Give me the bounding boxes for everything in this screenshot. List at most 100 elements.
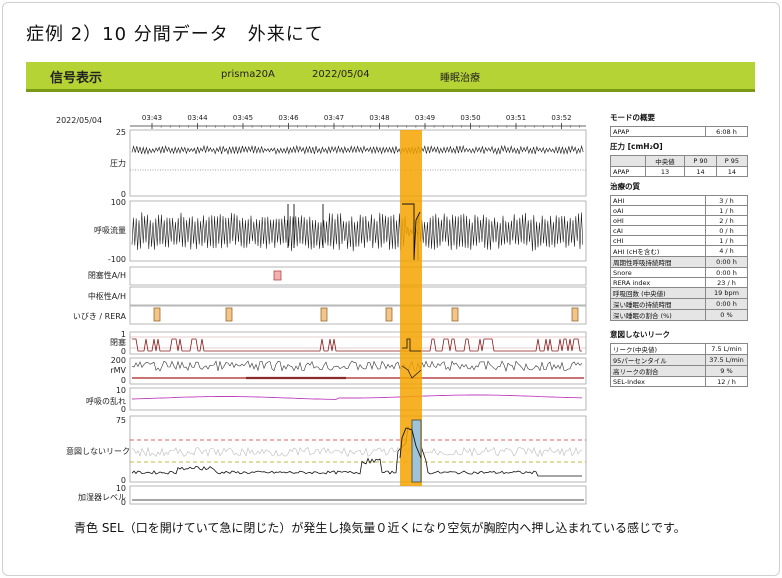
time-tick-label: 03:43 [142, 114, 162, 122]
quality-name: 深い睡眠の割合 (%) [610, 309, 706, 321]
table-row: 深い睡眠の持続時間 0:00 h [610, 298, 748, 310]
leak-value: 7.5 L/min [705, 343, 748, 355]
central-panel [129, 286, 587, 306]
quality-value: 0:00 h [705, 256, 748, 268]
table-row: 95パーセンタイル 37.5 L/min [610, 354, 748, 366]
quality-name: 深い睡眠の持続時間 [610, 298, 706, 310]
rmv-panel [129, 357, 587, 385]
rera-event-marker [451, 307, 459, 322]
leak-value: 9 % [705, 365, 748, 377]
slide-title: 症例 2）10 分間データ 外来にて [26, 24, 324, 45]
blank-header-cell [610, 155, 646, 167]
signal-display-title: 信号表示 [50, 71, 103, 86]
flow-ymin: -100 [107, 255, 126, 264]
time-tick-label: 03:47 [324, 114, 344, 122]
rmv-ymax: 200 [110, 356, 126, 365]
mode-name: APAP [610, 126, 706, 137]
table-row: 深い睡眠の割合 (%) 0 % [610, 309, 748, 321]
table-row: APAP 13 14 14 [610, 166, 749, 177]
pressure-summary-table: 中央値 P 90 P 95 APAP 13 14 14 [610, 155, 749, 177]
time-tick-label: 03:49 [415, 114, 435, 122]
table-header-row: 中央値 P 90 P 95 [610, 155, 749, 167]
leak-ymax: 75 [115, 416, 126, 425]
quality-value: 0:00 h [705, 298, 748, 310]
rmv-label: rMV [110, 366, 126, 375]
snore-label: いびき / RERA [72, 312, 126, 321]
pressure-panel [129, 129, 587, 197]
quality-name: AHI [610, 195, 706, 206]
pressure-mode-name: APAP [610, 166, 646, 177]
table-row: cHI 1 / h [610, 235, 748, 246]
p90-header: P 90 [684, 155, 717, 167]
quality-value: 0 / h [705, 225, 748, 236]
pressure-ymax: 25 [115, 128, 126, 137]
snore-panel [129, 305, 587, 325]
quality-value: 23 / h [705, 277, 748, 288]
rera-event-marker [320, 307, 328, 322]
time-tick-label: 03:45 [233, 114, 253, 122]
quality-value: 0 % [705, 309, 748, 321]
p95-header: P 95 [715, 155, 749, 167]
quality-value: 1 / h [705, 235, 748, 246]
quality-value: 3 / h [705, 195, 748, 206]
leak-value: 12 / h [705, 376, 748, 387]
table-row: oAI 1 / h [610, 205, 748, 216]
rera-event-marker [571, 307, 579, 322]
table-row: oHI 2 / h [610, 215, 748, 226]
quality-name: 呼吸回数 (中央値) [610, 287, 706, 299]
quality-value: 1 / h [705, 205, 748, 216]
table-row: 周期性呼吸持続時間 0:00 h [610, 256, 748, 268]
table-row: リーク(中央値) 7.5 L/min [610, 343, 748, 355]
pressure-label: 圧力 [110, 159, 126, 168]
irregular-panel [129, 387, 587, 411]
median-header: 中央値 [644, 155, 686, 167]
time-tick-label: 03:46 [278, 114, 299, 122]
rera-event-marker [385, 307, 393, 322]
flow-label: 呼吸流量 [94, 226, 126, 235]
quality-value: 19 bpm [705, 287, 748, 299]
leak-summary-title: 意図しないリーク [610, 330, 670, 339]
time-axis: 03:43 03:44 03:45 03:46 03:47 03:48 03:49 03:50… [130, 114, 586, 129]
signal-chart-area: 2022/05/04 03:43 03:44 03:45 03:46 03:47 03:4… [36, 108, 596, 508]
table-row: SEL-Index 12 / h [610, 376, 748, 387]
pressure-summary-title: 圧力 [cmH₂O] [610, 142, 663, 151]
humidifier-panel [129, 485, 587, 505]
obstructive-event-marker [273, 270, 282, 281]
footer-note: 青色 SEL（口を開けていて急に閉じた）が発生し換気量０近くになり空気が胸腔内へ… [74, 521, 686, 535]
time-tick-label: 03:44 [187, 114, 208, 122]
quality-name: AHI (cHを含む) [610, 245, 706, 257]
leak-summary-table: リーク(中央値) 7.5 L/min 95パーセンタイル 37.5 L/min 高リーク… [610, 343, 748, 387]
table-row: Snore 0:00 h [610, 267, 748, 278]
quality-name: cHI [610, 235, 706, 246]
quality-value: 2 / h [705, 215, 748, 226]
rmv-ymin: 0 [120, 376, 126, 385]
mode-summary-title: モードの概要 [610, 113, 655, 122]
record-date: 2022/05/04 [312, 69, 370, 80]
table-row: AHI 3 / h [610, 195, 748, 206]
time-tick-label: 03:50 [460, 114, 480, 122]
device-name: prisma20A [221, 69, 275, 80]
rera-event-marker [153, 307, 161, 322]
leak-name: 95パーセンタイル [610, 354, 706, 366]
table-row: AHI (cHを含む) 4 / h [610, 245, 748, 257]
table-row: RERA index 23 / h [610, 277, 748, 288]
humidifier-ymin: 0 [120, 498, 126, 507]
obstruction-ymin: 0 [120, 347, 126, 356]
table-row: 呼吸回数 (中央値) 19 bpm [610, 287, 748, 299]
sel-event-marker [411, 419, 422, 483]
quality-name: Snore [610, 267, 706, 278]
central-label: 中枢性A/H [87, 292, 126, 301]
time-tick-label: 03:51 [506, 114, 526, 122]
quality-name: oAI [610, 205, 706, 216]
table-row: APAP 6:08 h [610, 126, 748, 137]
mode-value: 6:08 h [705, 126, 748, 137]
pressure-p90: 14 [684, 166, 717, 177]
table-row: 高リークの割合 9 % [610, 365, 748, 377]
time-tick-label: 03:52 [551, 114, 571, 122]
signal-header-bar: 信号表示 prisma20A 2022/05/04 睡眠治療 [26, 62, 755, 92]
irregular-ymin: 0 [120, 405, 126, 414]
time-tick-label: 03:48 [369, 114, 389, 122]
leak-label: 意図しないリーク [66, 447, 130, 456]
leak-name: リーク(中央値) [610, 343, 706, 355]
rera-event-marker [225, 307, 233, 322]
